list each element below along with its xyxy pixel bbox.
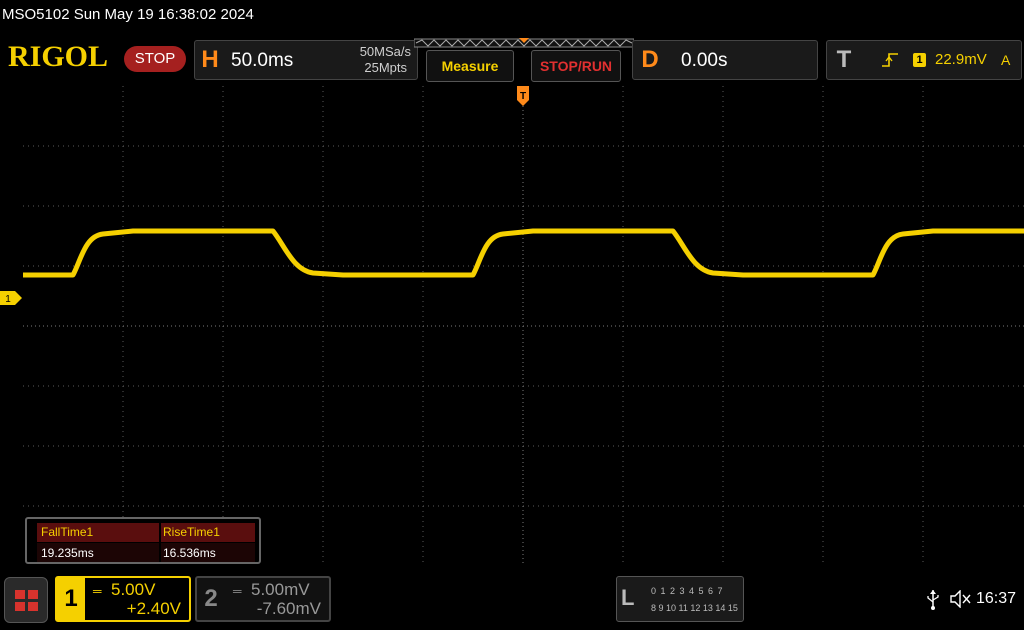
measurement-name: FallTime1 [37,523,159,542]
speaker-muted-icon[interactable] [950,590,972,608]
logic-letter: L [621,585,635,610]
channel-number: 2 [204,585,218,612]
memory-depth: 25Mpts [364,60,407,75]
channel-scale: 5.00mV [251,580,310,599]
home-button[interactable] [4,577,48,623]
ch1-marker-text: 1 [5,294,11,305]
top-bar: RIGOL STOP H 50.0ms 50MSa/s 25Mpts Measu… [0,34,1024,86]
stop-run-button[interactable]: STOP/RUN [531,50,621,82]
channel-offset: -7.60mV [256,599,321,618]
measurement-panel[interactable]: FallTime1 RiseTime1 19.235ms 16.536ms [25,517,261,564]
device-title: MSO5102 Sun May 19 16:38:02 2024 [2,6,254,23]
sample-rate: 50MSa/s [359,44,411,59]
timebase-value: 50.0ms [231,50,294,71]
trigger-source: 1 [913,53,926,67]
run-state-badge[interactable]: STOP [124,46,186,72]
delay-letter: D [641,46,659,73]
clock-time: 16:37 [976,590,1017,607]
waveform-display[interactable]: T [23,86,1024,566]
waveform-position-bar [414,38,634,48]
delay-value: 0.00s [681,50,728,71]
trigger-panel[interactable]: T 1 22.9mV A [826,40,1022,80]
dc-coupling-icon: ═ [93,584,102,598]
measurement-value: 16.536ms [161,543,255,562]
logic-channels-row-2: 8 9 10 11 12 13 14 15 [651,603,738,613]
trigger-coupling: A [1001,52,1011,68]
horizontal-panel[interactable]: H 50.0ms 50MSa/s 25Mpts [194,40,418,80]
bottom-bar: 1 ═ 5.00V +2.40V 2 ═ 5.00mV -7.60mV L 0 … [0,570,1024,630]
trigger-marker-text: T [520,91,526,102]
measure-button[interactable]: Measure [426,50,514,82]
channel-1-panel[interactable]: 1 ═ 5.00V +2.40V [55,576,191,622]
graticule: T [23,86,1024,566]
rising-edge-icon [882,53,898,67]
horizontal-letter: H [201,46,219,73]
dc-coupling-icon: ═ [233,584,242,598]
logic-channels-row-1: 0 1 2 3 4 5 6 7 [651,586,724,596]
rigol-logo: RIGOL [8,40,109,73]
status-line: MSO5102 Sun May 19 16:38:02 2024 [0,0,1024,32]
measurement-value: 19.235ms [37,543,159,562]
usb-icon [927,590,939,610]
home-grid-icon [15,590,38,611]
trigger-level: 22.9mV [935,51,987,68]
measurement-name: RiseTime1 [161,523,255,542]
delay-panel[interactable]: D 0.00s [632,40,818,80]
channel-offset: +2.40V [126,599,181,618]
logic-analyzer-panel[interactable]: L 0 1 2 3 4 5 6 7 8 9 10 11 12 13 14 15 [616,576,744,622]
channel-scale: 5.00V [111,580,156,599]
channel-2-panel[interactable]: 2 ═ 5.00mV -7.60mV [195,576,331,622]
channel-number: 1 [57,578,85,620]
trigger-letter: T [836,46,852,73]
ch1-offset-marker[interactable]: 1 [0,291,22,305]
